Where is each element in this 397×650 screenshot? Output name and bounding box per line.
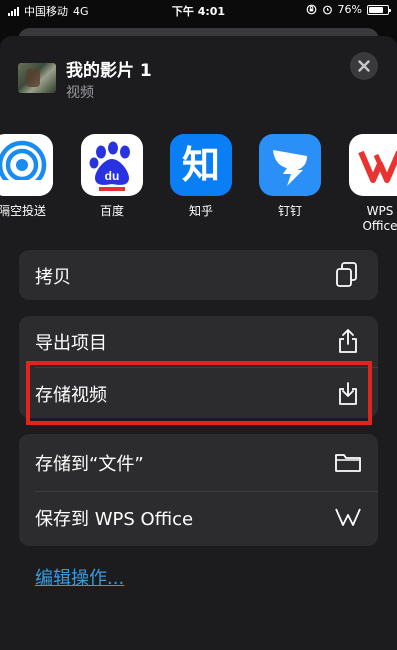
- app-label-wps-line2: Office: [362, 219, 397, 233]
- save-to-files-label: 存储到“文件”: [35, 454, 144, 475]
- app-wps-office[interactable]: WPS Office: [345, 134, 397, 234]
- folder-icon: [335, 454, 361, 472]
- save-to-files-row[interactable]: 存储到“文件”: [19, 437, 378, 487]
- airdrop-icon: [0, 134, 53, 196]
- copy-row[interactable]: 拷贝: [19, 250, 378, 300]
- app-label-dingtalk: 钉钉: [277, 204, 302, 218]
- share-icon: [339, 329, 357, 353]
- share-subtitle: 视频: [66, 85, 94, 101]
- share-title: 我的影片 1: [66, 61, 152, 81]
- battery-icon: [367, 4, 391, 15]
- export-project-label: 导出项目: [35, 333, 107, 354]
- app-label-airdrop: 隔空投送: [0, 204, 46, 218]
- video-thumbnail: [18, 63, 56, 93]
- battery-level-fill: [369, 6, 383, 13]
- action-group-save: 存储到“文件” 保存到 WPS Office: [19, 434, 378, 546]
- dingtalk-icon: [259, 134, 321, 196]
- save-to-wps-row[interactable]: 保存到 WPS Office: [19, 492, 378, 542]
- svg-text:du: du: [105, 169, 120, 183]
- status-bar: 中国移动 4G 下午 4:01 76%: [0, 0, 397, 20]
- close-button[interactable]: [350, 52, 378, 80]
- copy-icon: [336, 262, 357, 287]
- save-to-wps-label: 保存到 WPS Office: [35, 509, 194, 530]
- edit-actions-link[interactable]: 编辑操作...: [35, 564, 124, 590]
- app-dingtalk[interactable]: 钉钉: [255, 134, 325, 219]
- orientation-lock-icon: [306, 4, 316, 15]
- zhihu-icon: 知: [170, 134, 232, 196]
- app-airdrop[interactable]: 隔空投送: [0, 134, 57, 219]
- action-group-copy: 拷贝: [19, 250, 378, 300]
- status-right: 76%: [306, 3, 391, 16]
- zhihu-glyph: 知: [181, 143, 220, 187]
- wps-office-icon: [349, 134, 397, 196]
- copy-label: 拷贝: [35, 267, 71, 288]
- app-baidu[interactable]: du 百度: [77, 134, 147, 219]
- app-label-baidu: 百度: [99, 204, 124, 218]
- alarm-icon: [322, 5, 332, 15]
- highlight-box: [26, 361, 372, 425]
- export-project-row[interactable]: 导出项目: [19, 316, 378, 366]
- share-sheet: 我的影片 1 视频 隔空投送 du 百度 知 知乎 钉钉 WPS Office …: [0, 36, 397, 650]
- app-label-wps: WPS: [366, 204, 394, 218]
- app-zhihu[interactable]: 知 知乎: [166, 134, 236, 219]
- battery-percent: 76%: [337, 3, 362, 16]
- screen: 中国移动 4G 下午 4:01 76% 我的影片 1 视频 隔空投送 du 百度…: [0, 0, 397, 650]
- wps-w-icon: [335, 508, 361, 526]
- app-label-zhihu: 知乎: [188, 204, 213, 218]
- close-icon: [358, 60, 370, 72]
- baidu-icon: du: [81, 134, 143, 196]
